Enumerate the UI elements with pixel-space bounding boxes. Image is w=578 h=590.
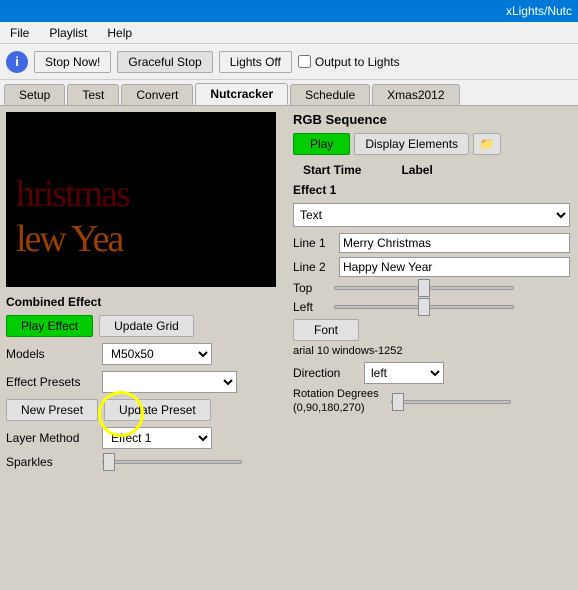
play-effect-row: Play Effect Update Grid bbox=[6, 315, 279, 337]
col-label: Label bbox=[401, 163, 432, 177]
preset-buttons-row: New Preset Update Preset bbox=[6, 399, 279, 421]
display-elements-button[interactable]: Display Elements bbox=[354, 133, 469, 155]
top-slider-row: Top bbox=[293, 281, 570, 295]
play-bar: Play Display Elements 📁 bbox=[293, 133, 570, 155]
direction-select[interactable]: left right up down bbox=[364, 362, 444, 384]
rotation-values: (0,90,180,270) bbox=[293, 402, 379, 414]
left-panel: hristmas lew Yea Combined Effect Play Ef… bbox=[0, 106, 285, 590]
tab-xmas2012[interactable]: Xmas2012 bbox=[372, 84, 459, 105]
col-start-time: Start Time bbox=[303, 163, 361, 177]
layer-method-select[interactable]: Effect 1 bbox=[102, 427, 212, 449]
menu-bar: File Playlist Help bbox=[0, 22, 578, 44]
layer-method-row: Layer Method Effect 1 bbox=[6, 427, 279, 449]
sparkles-slider[interactable] bbox=[102, 460, 242, 464]
models-row: Models M50x50 bbox=[6, 343, 279, 365]
column-headers: Start Time Label bbox=[293, 163, 570, 177]
models-label: Models bbox=[6, 347, 96, 361]
effect-type-select[interactable]: Text bbox=[293, 203, 570, 227]
play-effect-button[interactable]: Play Effect bbox=[6, 315, 93, 337]
graceful-stop-button[interactable]: Graceful Stop bbox=[117, 51, 212, 73]
top-label: Top bbox=[293, 281, 328, 295]
update-preset-wrapper: Update Preset bbox=[104, 399, 211, 421]
update-grid-button[interactable]: Update Grid bbox=[99, 315, 194, 337]
preview-text-line2: lew Yea bbox=[16, 217, 122, 261]
sparkles-row: Sparkles bbox=[6, 455, 279, 469]
main-content: hristmas lew Yea Combined Effect Play Ef… bbox=[0, 106, 578, 590]
direction-label: Direction bbox=[293, 366, 358, 380]
folder-icon[interactable]: 📁 bbox=[473, 133, 501, 155]
title-text: xLights/Nutc bbox=[506, 4, 572, 18]
rotation-row: Rotation Degrees (0,90,180,270) bbox=[293, 388, 570, 416]
line2-row: Line 2 bbox=[293, 257, 570, 277]
rotation-label: Rotation Degrees bbox=[293, 388, 379, 400]
output-to-lights-checkbox[interactable] bbox=[298, 55, 311, 68]
stop-now-button[interactable]: Stop Now! bbox=[34, 51, 111, 73]
update-preset-button[interactable]: Update Preset bbox=[104, 399, 211, 421]
font-row: Font bbox=[293, 319, 570, 343]
effect-presets-row: Effect Presets bbox=[6, 371, 279, 393]
tab-test[interactable]: Test bbox=[67, 84, 119, 105]
info-icon[interactable]: i bbox=[6, 51, 28, 73]
left-slider[interactable] bbox=[334, 305, 514, 309]
tab-convert[interactable]: Convert bbox=[121, 84, 193, 105]
effect1-title: Effect 1 bbox=[293, 183, 570, 197]
tab-nutcracker[interactable]: Nutcracker bbox=[195, 83, 288, 105]
output-to-lights-label: Output to Lights bbox=[298, 55, 400, 69]
sparkles-label: Sparkles bbox=[6, 455, 96, 469]
tab-setup[interactable]: Setup bbox=[4, 84, 65, 105]
line1-label: Line 1 bbox=[293, 236, 335, 250]
top-slider[interactable] bbox=[334, 286, 514, 290]
tab-schedule[interactable]: Schedule bbox=[290, 84, 370, 105]
lights-off-button[interactable]: Lights Off bbox=[219, 51, 292, 73]
direction-row: Direction left right up down bbox=[293, 362, 570, 384]
preview-text-line1: hristmas bbox=[16, 172, 129, 216]
rotation-label-group: Rotation Degrees (0,90,180,270) bbox=[293, 388, 379, 416]
left-label: Left bbox=[293, 300, 328, 314]
rotation-slider[interactable] bbox=[391, 400, 511, 404]
preview-canvas: hristmas lew Yea bbox=[6, 112, 276, 287]
font-button[interactable]: Font bbox=[293, 319, 359, 341]
right-panel: RGB Sequence Play Display Elements 📁 Sta… bbox=[285, 106, 578, 590]
left-slider-row: Left bbox=[293, 300, 570, 314]
effect-presets-label: Effect Presets bbox=[6, 375, 96, 389]
line2-label: Line 2 bbox=[293, 260, 335, 274]
font-info: arial 10 windows-1252 bbox=[293, 345, 570, 357]
menu-help[interactable]: Help bbox=[101, 24, 138, 42]
tabs-bar: Setup Test Convert Nutcracker Schedule X… bbox=[0, 80, 578, 106]
line1-input[interactable] bbox=[339, 233, 570, 253]
play-button[interactable]: Play bbox=[293, 133, 350, 155]
line1-row: Line 1 bbox=[293, 233, 570, 253]
layer-method-label: Layer Method bbox=[6, 431, 96, 445]
rgb-sequence-title: RGB Sequence bbox=[293, 112, 570, 127]
new-preset-button[interactable]: New Preset bbox=[6, 399, 98, 421]
effect-presets-select[interactable] bbox=[102, 371, 237, 393]
line2-input[interactable] bbox=[339, 257, 570, 277]
title-bar: xLights/Nutc bbox=[0, 0, 578, 22]
toolbar: i Stop Now! Graceful Stop Lights Off Out… bbox=[0, 44, 578, 80]
menu-playlist[interactable]: Playlist bbox=[43, 24, 93, 42]
combined-effect-label: Combined Effect bbox=[6, 295, 279, 309]
menu-file[interactable]: File bbox=[4, 24, 35, 42]
models-select[interactable]: M50x50 bbox=[102, 343, 212, 365]
